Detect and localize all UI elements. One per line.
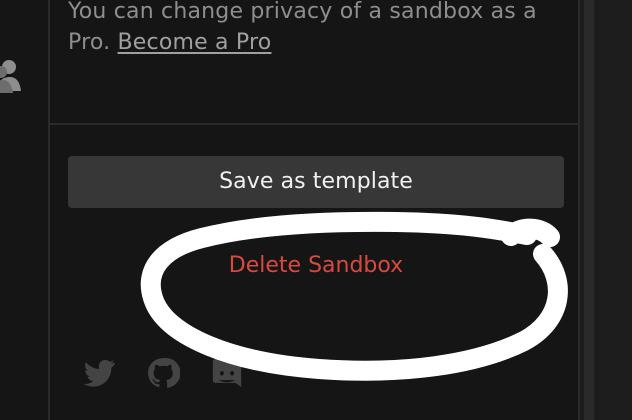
github-icon[interactable] (146, 356, 180, 390)
discord-icon[interactable] (210, 356, 244, 390)
delete-sandbox-button[interactable]: Delete Sandbox (225, 251, 407, 281)
become-pro-link[interactable]: Become a Pro (118, 30, 272, 55)
left-navigation-rail (0, 0, 50, 420)
save-as-template-button[interactable]: Save as template (68, 156, 564, 208)
vertical-scrollbar[interactable] (584, 0, 594, 420)
section-divider (50, 123, 580, 125)
settings-panel: You can change privacy of a sandbox as a… (50, 0, 580, 420)
user-group-icon[interactable] (0, 56, 22, 96)
privacy-message: You can change privacy of a sandbox as a… (68, 0, 558, 58)
twitter-icon[interactable] (82, 356, 116, 390)
sandbox-settings-panel: You can change privacy of a sandbox as a… (0, 0, 632, 420)
